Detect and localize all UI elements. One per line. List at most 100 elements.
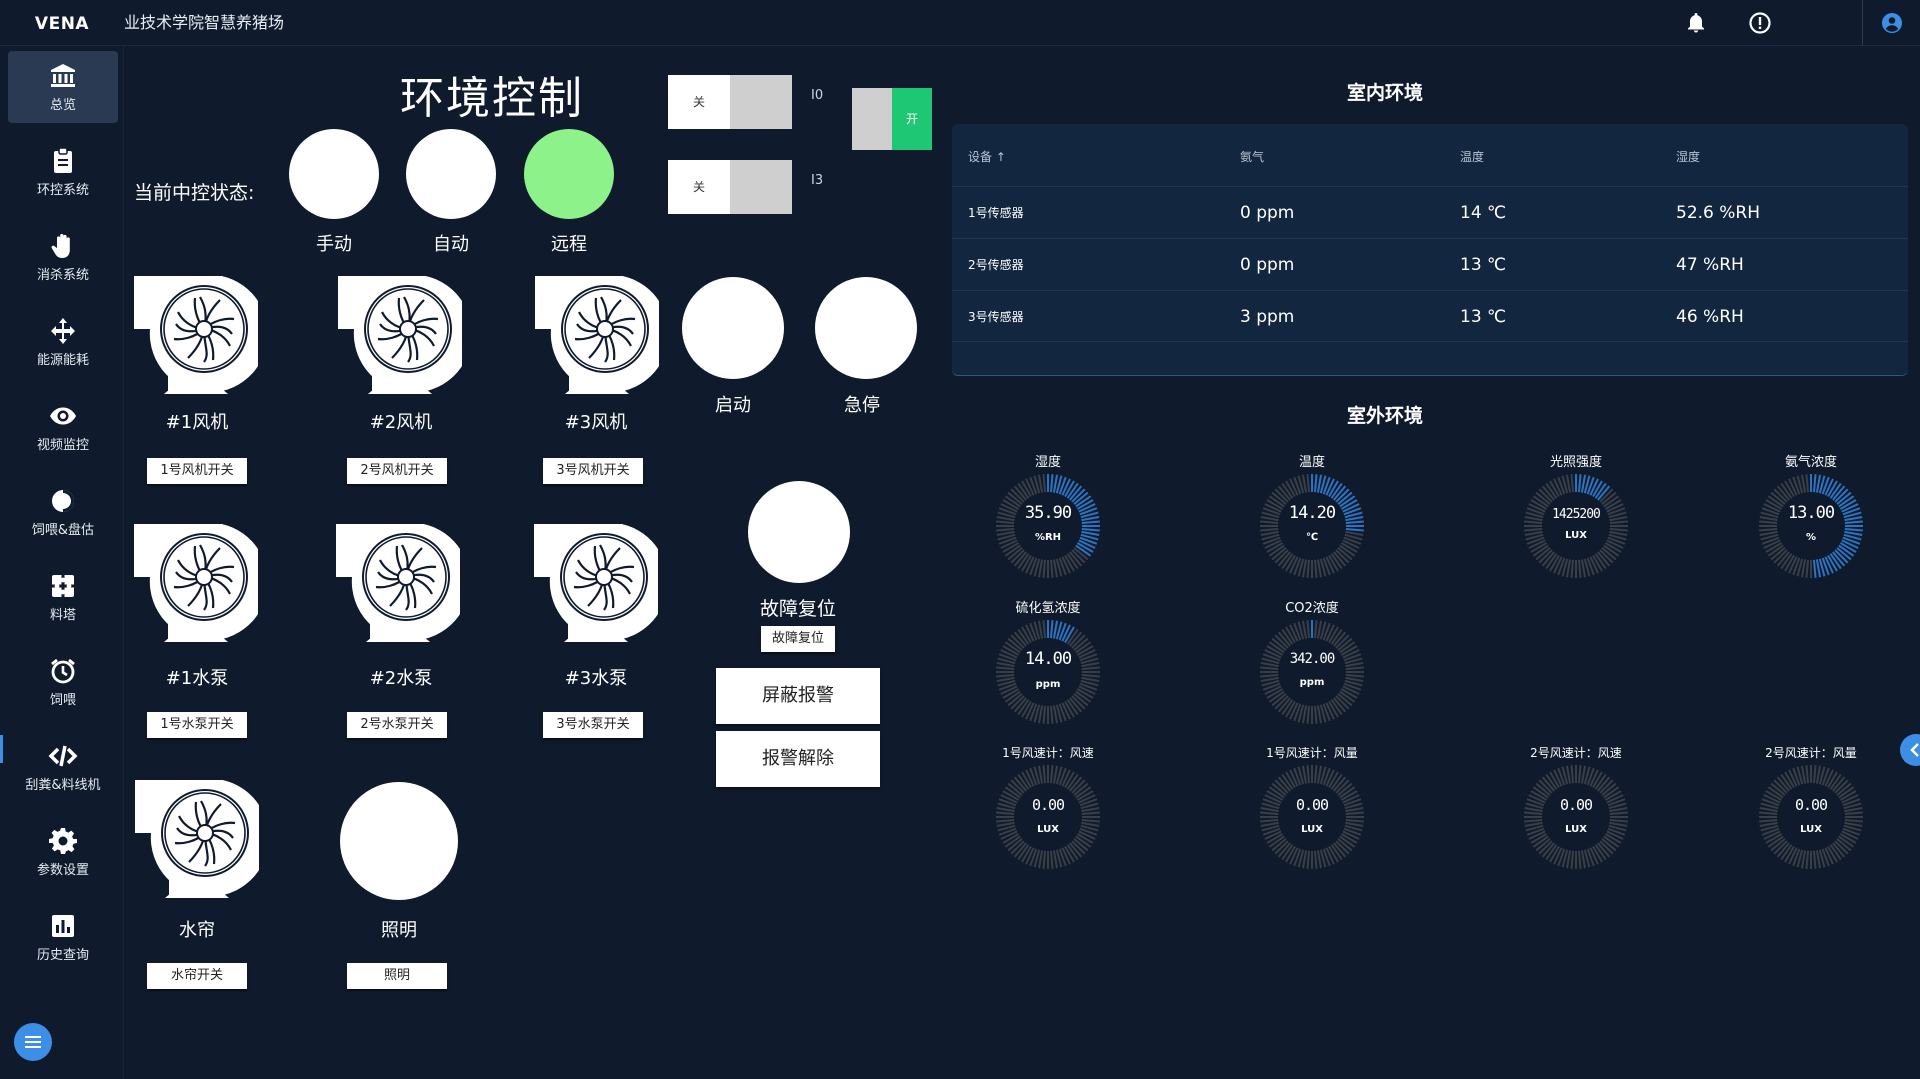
table-cell: 3 ppm: [1240, 307, 1295, 327]
puzzle-icon: [52, 575, 74, 597]
gauge-tick: [1037, 850, 1044, 869]
sidebar-item-feeding[interactable]: 饲喂: [8, 646, 118, 718]
switch-on[interactable]: 开: [852, 88, 932, 150]
menu-icon: [25, 1036, 41, 1048]
sidebar-item-feed-tower[interactable]: 料塔: [8, 561, 118, 633]
pump-2-switch-button[interactable]: 2号水泵开关: [347, 712, 447, 738]
estop-lamp: [815, 277, 917, 379]
sidebar: 总览 环控系统 消杀系统 能源能耗 视频监控 饲喂&盘估 料塔 饲喂 刮粪&料线…: [0, 46, 124, 1079]
alert-circle-icon[interactable]: [1748, 11, 1772, 35]
column-header: 湿度: [1676, 150, 1701, 164]
sidebar-item-label: 料塔: [49, 608, 76, 623]
gauge-value: 0.00: [1559, 796, 1593, 814]
mode-lamp-auto: [406, 129, 496, 219]
water-curtain-switch-button[interactable]: 水帘开关: [147, 963, 247, 989]
pump-3-switch-button[interactable]: 3号水泵开关: [543, 712, 643, 738]
topbar-divider: [1862, 0, 1863, 46]
sidebar-item-history[interactable]: 历史查询: [8, 901, 118, 973]
mute-alarm-button[interactable]: 屏蔽报警: [716, 668, 880, 724]
gauge-center: [1280, 785, 1344, 849]
toggle-text: 关: [692, 180, 705, 194]
gauge-value: 13.00: [1787, 503, 1835, 523]
gauge-wind-2-volume: [1759, 765, 1863, 869]
gauge-tick: [1524, 818, 1543, 823]
fan-2-switch-button[interactable]: 2号风机开关: [347, 458, 447, 484]
gauge-tick: [1052, 765, 1059, 784]
menu-button[interactable]: [14, 1023, 52, 1061]
gauge-tick: [1301, 620, 1308, 639]
sidebar-item-settings[interactable]: 参数设置: [8, 816, 118, 888]
mode-lamp-manual: [289, 129, 379, 219]
gauge-tick: [1345, 666, 1364, 671]
table-row: 2号传感器 0 ppm 13 ℃ 47 %RH: [952, 238, 1908, 290]
gauge-tick: [1301, 474, 1308, 493]
column-header: 温度: [1460, 150, 1485, 164]
fan-3-label: #3风机: [564, 412, 628, 433]
gauge-tick: [1800, 765, 1807, 784]
water-curtain-label: 水帘: [179, 920, 215, 941]
sidebar-item-env-control[interactable]: 环控系统: [8, 136, 118, 208]
table-cell: 3号传感器: [968, 310, 1024, 324]
gauge-tick: [1037, 765, 1044, 784]
pump-1-switch-button[interactable]: 1号水泵开关: [147, 712, 247, 738]
column-header[interactable]: 设备 ↑: [968, 148, 1006, 165]
gauge-tick: [1042, 474, 1047, 493]
fan-3-switch-button[interactable]: 3号风机开关: [543, 458, 643, 484]
gauge-tick: [1812, 850, 1817, 869]
sidebar-item-overview[interactable]: 总览: [8, 51, 118, 123]
gauge-tick: [1313, 559, 1318, 578]
gauge-unit: LUX: [1565, 824, 1587, 835]
gauge-value: 14.20: [1288, 503, 1336, 523]
gauge-tick: [996, 818, 1015, 823]
sidebar-item-label: 总览: [49, 98, 76, 113]
gauge-title: 2号风速计：风量: [1765, 746, 1857, 760]
gauge-title: 温度: [1298, 455, 1325, 470]
sidebar-item-energy[interactable]: 能源能耗: [8, 306, 118, 378]
fault-reset-lamp: [748, 481, 850, 583]
gauge-tick: [1037, 474, 1044, 493]
gauge-tick: [1052, 705, 1059, 724]
gauge-tick: [1316, 705, 1323, 724]
gauge-tick: [1565, 474, 1572, 493]
gauge-tick: [1260, 666, 1279, 671]
gauge-temperature: [1260, 474, 1364, 578]
gauge-tick: [1052, 850, 1059, 869]
lighting-switch-button[interactable]: 照明: [347, 963, 447, 989]
gauge-tick: [1306, 559, 1311, 578]
gauge-tick: [1301, 559, 1308, 578]
gauge-title: 氨气浓度: [1784, 455, 1837, 470]
gauge-tick: [1306, 620, 1311, 639]
fault-reset-button[interactable]: 故障复位: [761, 626, 835, 652]
gauge-tick: [1049, 850, 1054, 869]
pump-1-label: #1水泵: [165, 668, 229, 689]
gauge-center: [1779, 785, 1843, 849]
collapse-panel-button[interactable]: [1900, 734, 1920, 766]
fan-3-icon: [535, 276, 659, 394]
gauge-tick: [1805, 559, 1810, 578]
clear-alarm-button[interactable]: 报警解除: [716, 731, 880, 787]
sidebar-item-feeding-estimate[interactable]: 饲喂&盘估: [8, 476, 118, 548]
toggle-i0[interactable]: 关: [668, 75, 792, 129]
bell-icon[interactable]: [1684, 11, 1708, 35]
gauge-tick: [1800, 559, 1807, 578]
gauge-tick: [1313, 765, 1318, 784]
toggle-i3[interactable]: 关: [668, 160, 792, 214]
sidebar-item-label: 刮粪&料线机: [25, 778, 101, 793]
gauge-tick: [1049, 765, 1054, 784]
gear-icon: [49, 828, 77, 854]
sidebar-item-video[interactable]: 视频监控: [8, 391, 118, 463]
sidebar-item-manure-line[interactable]: 刮粪&料线机: [8, 731, 118, 803]
top-bar: VENA 业技术学院智慧养猪场: [0, 0, 1920, 46]
gauge-tick: [1759, 818, 1778, 823]
gauge-tick: [1042, 850, 1047, 869]
fan-1-switch-button[interactable]: 1号风机开关: [147, 458, 247, 484]
user-icon[interactable]: [1880, 11, 1904, 35]
gauge-unit: LUX: [1565, 530, 1587, 541]
sidebar-item-disinfection[interactable]: 消杀系统: [8, 221, 118, 293]
mode-label-auto: 自动: [433, 234, 469, 255]
toggle-text: 关: [692, 95, 705, 109]
gauge-tick: [1313, 474, 1318, 493]
gauge-tick: [1301, 850, 1308, 869]
pump-2-icon: [336, 524, 460, 642]
sidebar-item-label: 消杀系统: [36, 268, 89, 283]
